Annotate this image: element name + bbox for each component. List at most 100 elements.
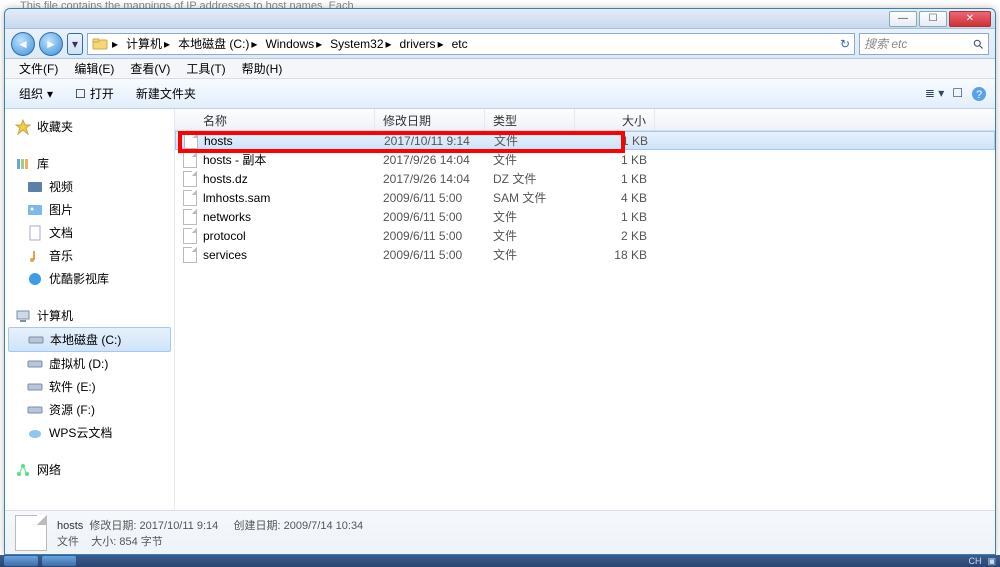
file-type: 文件 <box>485 246 575 263</box>
file-date: 2017/9/26 14:04 <box>375 153 485 167</box>
taskbar-item[interactable] <box>4 556 38 566</box>
details-pane: hosts 修改日期: 2017/10/11 9:14 创建日期: 2009/7… <box>5 510 995 554</box>
file-row[interactable]: hosts.dz2017/9/26 14:04DZ 文件1 KB <box>175 169 995 188</box>
file-date: 2009/6/11 5:00 <box>375 210 485 224</box>
taskbar-item[interactable] <box>42 556 76 566</box>
file-row[interactable]: services2009/6/11 5:00文件18 KB <box>175 245 995 264</box>
sidebar-item-music[interactable]: 音乐 <box>5 244 174 267</box>
col-name[interactable]: 名称 <box>175 109 375 130</box>
view-mode-button[interactable]: ≣ ▾ <box>925 86 944 102</box>
menu-edit[interactable]: 编辑(E) <box>66 58 122 79</box>
system-tray[interactable]: CH▣ <box>968 556 996 567</box>
file-name: services <box>203 248 247 262</box>
crumb-etc[interactable]: etc <box>448 37 472 51</box>
file-type: SAM 文件 <box>485 189 575 206</box>
help-icon[interactable]: ? <box>971 86 987 102</box>
file-icon <box>15 515 47 551</box>
nav-back-button[interactable]: ◄ <box>11 32 35 56</box>
preview-pane-button[interactable]: ☐ <box>952 86 963 102</box>
file-date: 2009/6/11 5:00 <box>375 191 485 205</box>
file-icon <box>183 190 197 206</box>
crumb-c[interactable]: 本地磁盘 (C:) ▸ <box>174 35 261 52</box>
file-type: DZ 文件 <box>485 170 575 187</box>
file-size: 1 KB <box>576 134 656 148</box>
address-bar: ◄ ► ▾ ▸ 计算机 ▸ 本地磁盘 (C:) ▸ Windows ▸ Syst… <box>5 29 995 59</box>
file-pane: 名称 修改日期 类型 大小 hosts 2017/10/11 9:14 文件 1 KB… <box>175 109 995 510</box>
folder-icon <box>92 36 108 52</box>
nav-forward-button[interactable]: ► <box>39 32 63 56</box>
toolbar: 组织 ▾ ☐ 打开 新建文件夹 ≣ ▾ ☐ ? <box>5 79 995 109</box>
file-name: hosts - 副本 <box>203 151 266 168</box>
computer-icon <box>15 308 31 324</box>
minimize-button[interactable]: — <box>889 11 917 27</box>
maximize-button[interactable]: ☐ <box>919 11 947 27</box>
sidebar-network[interactable]: 网络 <box>5 458 174 481</box>
col-date[interactable]: 修改日期 <box>375 109 485 130</box>
search-input[interactable]: 搜索 etc <box>859 33 989 55</box>
file-name: hosts <box>204 134 233 148</box>
file-date: 2017/9/26 14:04 <box>375 172 485 186</box>
sidebar-libraries[interactable]: 库 <box>5 152 174 175</box>
file-row[interactable]: protocol2009/6/11 5:00文件2 KB <box>175 226 995 245</box>
close-button[interactable]: ✕ <box>949 11 991 27</box>
details-name: hosts <box>57 520 83 532</box>
drive-icon <box>28 332 44 348</box>
newfolder-button[interactable]: 新建文件夹 <box>130 82 202 105</box>
crumb-computer[interactable]: 计算机 ▸ <box>122 35 174 52</box>
file-icon <box>183 152 197 168</box>
document-icon <box>27 225 43 241</box>
music-icon <box>27 248 43 264</box>
sidebar-item-drive-d[interactable]: 虚拟机 (D:) <box>5 352 174 375</box>
menubar: 文件(F) 编辑(E) 查看(V) 工具(T) 帮助(H) <box>5 59 995 79</box>
sidebar: 收藏夹 库 视频 图片 文档 音乐 优酷影视库 计算机 本地磁盘 (C:) 虚拟… <box>5 109 175 510</box>
refresh-icon[interactable]: ↻ <box>840 37 850 51</box>
file-date: 2017/10/11 9:14 <box>376 134 486 148</box>
file-row[interactable]: hosts - 副本2017/9/26 14:04文件1 KB <box>175 150 995 169</box>
column-header: 名称 修改日期 类型 大小 <box>175 109 995 131</box>
file-date: 2009/6/11 5:00 <box>375 248 485 262</box>
svg-text:?: ? <box>976 89 982 101</box>
menu-view[interactable]: 查看(V) <box>122 58 178 79</box>
sidebar-item-pictures[interactable]: 图片 <box>5 198 174 221</box>
file-size: 1 KB <box>575 210 655 224</box>
file-size: 2 KB <box>575 229 655 243</box>
drive-icon <box>27 356 43 372</box>
sidebar-item-video[interactable]: 视频 <box>5 175 174 198</box>
menu-tools[interactable]: 工具(T) <box>178 58 233 79</box>
nav-history-button[interactable]: ▾ <box>67 33 83 55</box>
organize-button[interactable]: 组织 ▾ <box>13 82 59 105</box>
crumb-windows[interactable]: Windows ▸ <box>261 37 326 51</box>
file-list[interactable]: hosts 2017/10/11 9:14 文件 1 KB hosts - 副本 2017… <box>175 131 995 510</box>
sidebar-favorites[interactable]: 收藏夹 <box>5 115 174 138</box>
file-row[interactable]: lmhosts.sam 2009/6/11 5:00SAM 文件4 KB <box>175 188 995 207</box>
file-row[interactable]: networks2009/6/11 5:00文件1 KB <box>175 207 995 226</box>
crumb-drivers[interactable]: drivers ▸ <box>396 37 448 51</box>
sidebar-item-wps[interactable]: WPS云文档 <box>5 421 174 444</box>
sidebar-item-documents[interactable]: 文档 <box>5 221 174 244</box>
taskbar[interactable]: CH▣ <box>0 555 1000 567</box>
crumb-system32[interactable]: System32 ▸ <box>326 37 395 51</box>
cloud-icon <box>27 425 43 441</box>
sidebar-item-drive-c[interactable]: 本地磁盘 (C:) <box>8 327 171 352</box>
search-icon <box>972 38 984 50</box>
library-icon <box>15 156 31 172</box>
file-name: lmhosts.sam <box>203 191 270 205</box>
sidebar-item-drive-e[interactable]: 软件 (E:) <box>5 375 174 398</box>
col-size[interactable]: 大小 <box>575 109 655 130</box>
file-icon <box>183 209 197 225</box>
sidebar-item-drive-f[interactable]: 资源 (F:) <box>5 398 174 421</box>
menu-help[interactable]: 帮助(H) <box>234 58 291 79</box>
sidebar-computer[interactable]: 计算机 <box>5 304 174 327</box>
col-type[interactable]: 类型 <box>485 109 575 130</box>
drive-icon <box>27 379 43 395</box>
menu-file[interactable]: 文件(F) <box>11 58 66 79</box>
file-size: 1 KB <box>575 153 655 167</box>
sidebar-item-youku[interactable]: 优酷影视库 <box>5 267 174 290</box>
file-name: hosts.dz <box>203 172 248 186</box>
breadcrumb[interactable]: ▸ 计算机 ▸ 本地磁盘 (C:) ▸ Windows ▸ System32 ▸… <box>87 33 855 55</box>
file-row[interactable]: hosts2017/10/11 9:14文件1 KB <box>175 131 995 150</box>
file-date: 2009/6/11 5:00 <box>375 229 485 243</box>
titlebar: — ☐ ✕ <box>5 9 995 29</box>
file-size: 4 KB <box>575 191 655 205</box>
open-button[interactable]: ☐ 打开 <box>69 82 120 105</box>
